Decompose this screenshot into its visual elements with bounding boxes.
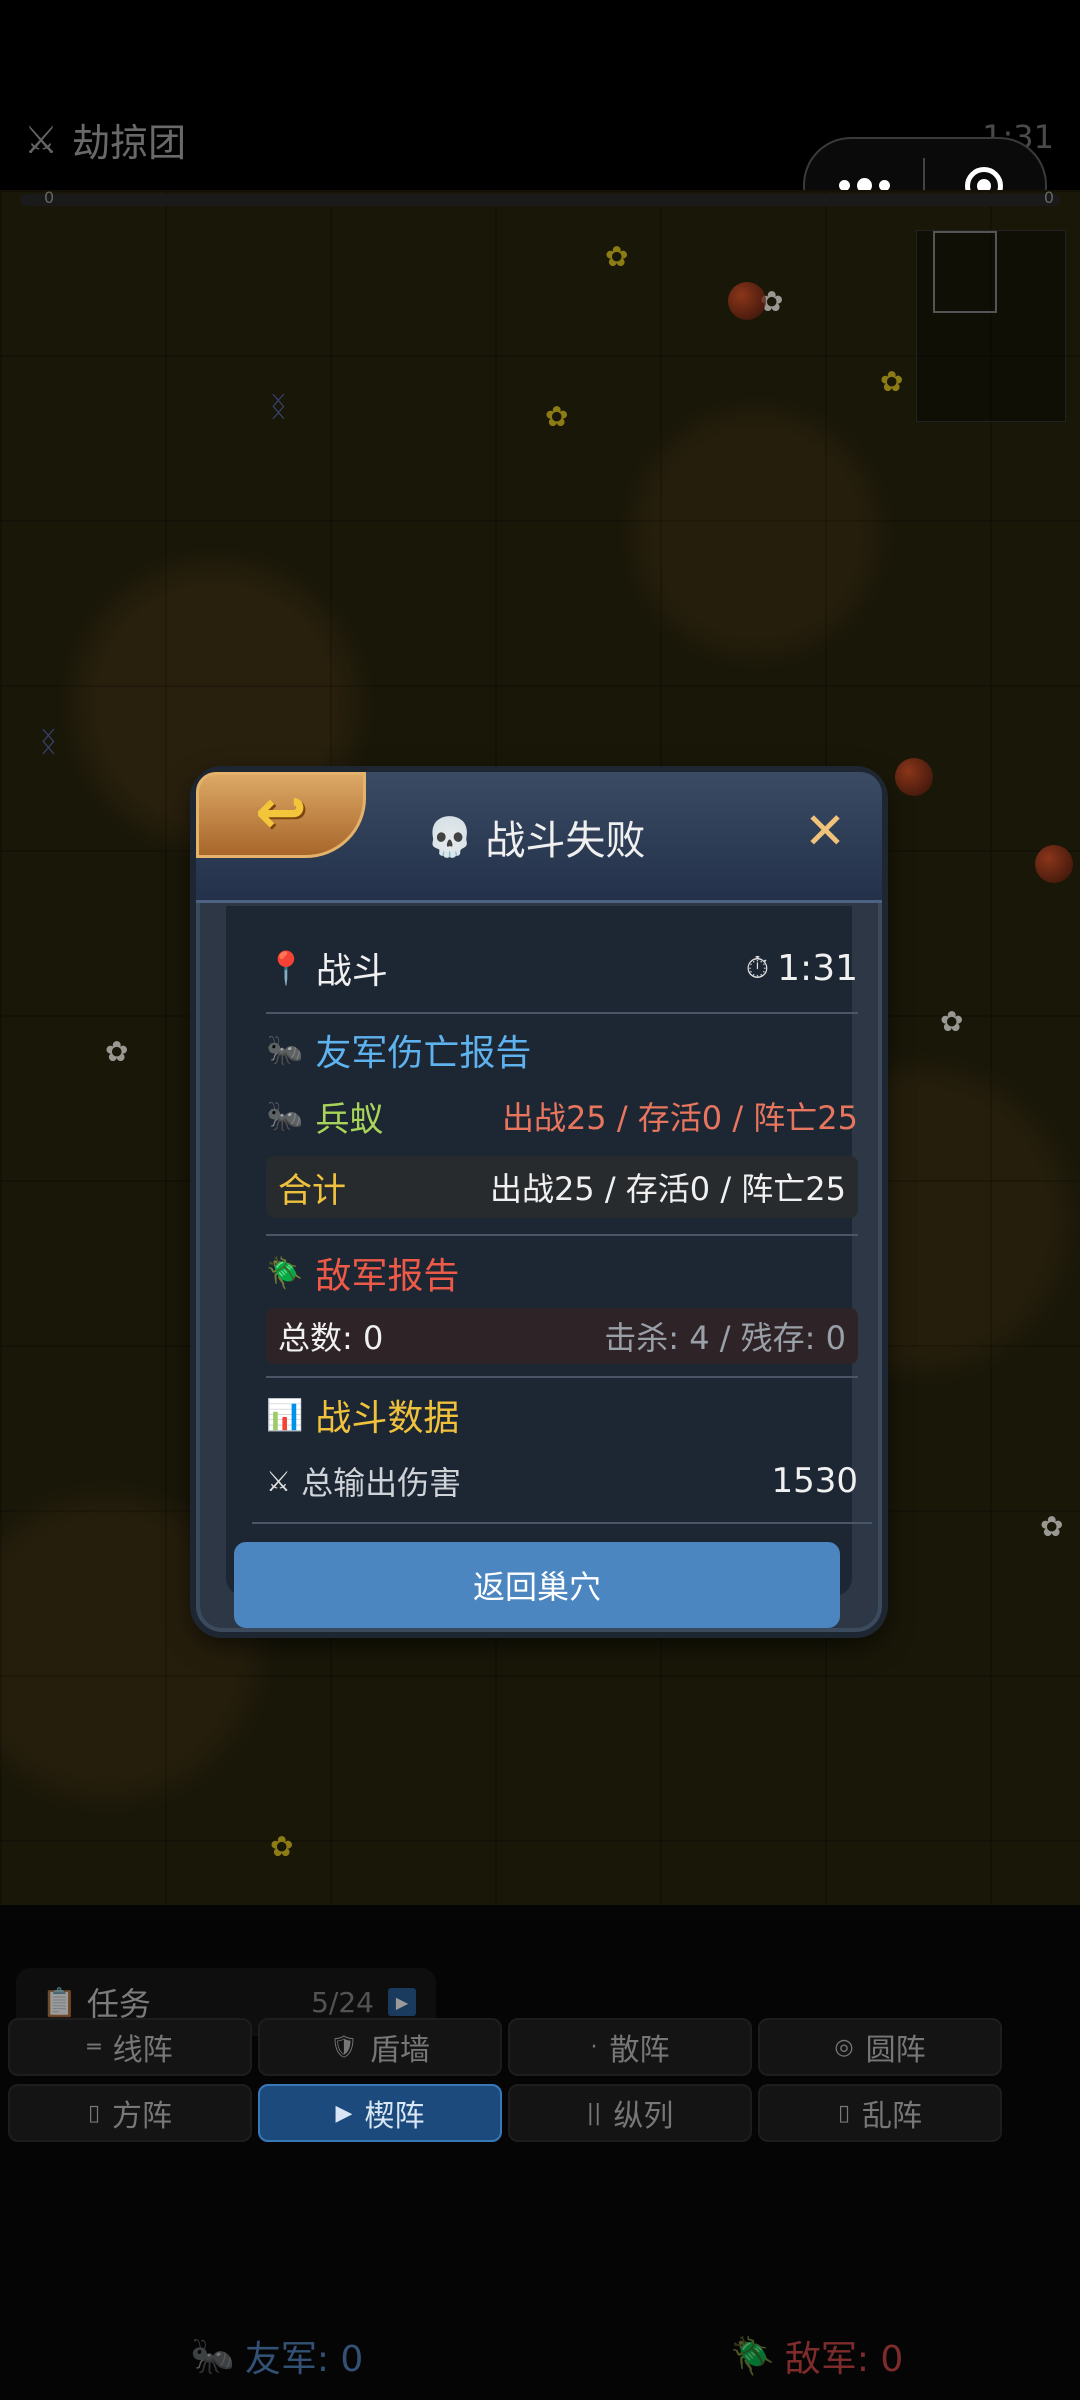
enemy-unit [895,758,933,796]
game-title: ⚔ 劫掠团 [24,112,186,167]
crossed-swords-icon: ⚔ [266,1464,292,1498]
formation-label: 盾墙 [369,2033,430,2068]
enemy-unit [728,282,766,320]
formation-label: 方阵 [112,2099,173,2134]
return-to-nest-button[interactable]: 返回巢穴 [234,1542,840,1628]
minimap[interactable] [916,230,1066,422]
battle-info-row: 📍 战斗 ⏱ 1:31 [266,946,858,993]
friendly-army-text: 友军: 0 [244,2339,364,2380]
beetle-icon: 🪲 [266,1255,304,1291]
circle-icon: ◎ [834,2034,854,2060]
formation-scatter-button[interactable]: · 散阵 [508,2018,752,2076]
dialog-title-group: 💀 战斗失败 [426,808,645,866]
enemy-army-text: 敌军: 0 [784,2339,904,2380]
enemy-kill-stats: 击杀: 4 / 残存: 0 [604,1319,846,1357]
unit-row: 🐜 兵蚁 出战25 / 存活0 / 阵亡25 [266,1092,858,1140]
bar-chart-icon: 📊 [266,1397,304,1433]
flower-icon: ✿ [880,365,904,398]
formation-wedge-button[interactable]: ▶ 楔阵 [258,2084,502,2142]
minimap-viewport [933,231,997,313]
shield-icon: 🛡 [330,2034,358,2060]
close-icon[interactable]: ✕ [804,802,846,860]
damage-value: 1530 [771,1461,858,1501]
butterfly-icon: ᛝ [270,390,287,423]
friendly-army-count: 🐜 友军: 0 [190,2330,363,2382]
enemy-report-header: 🪲 敌军报告 [266,1248,858,1298]
formation-label: 纵列 [613,2099,674,2134]
flower-icon: ✿ [940,1005,964,1038]
column-icon: || [586,2100,602,2126]
battle-result-dialog: ↩ 💀 战斗失败 ✕ 📍 战斗 ⏱ 1:31 🐜 友军伤亡报告 🐜 兵蚁 出战2… [196,772,882,1632]
back-button[interactable]: ↩ [196,772,366,858]
line-icon: ═ [87,2034,101,2060]
beetle-icon: 🪲 [730,2336,775,2377]
unit-stats: 出战25 / 存活0 / 阵亡25 [501,1099,858,1137]
battle-data-header: 📊 战斗数据 [266,1390,858,1440]
enemy-unit [1035,845,1073,883]
ant-icon: 🐜 [266,1032,304,1068]
total-label: 合计 [278,1170,346,1211]
friendly-report-title: 友军伤亡报告 [315,1033,532,1074]
damage-label: 总输出伤害 [301,1464,462,1502]
friendly-report-header: 🐜 友军伤亡报告 [266,1026,858,1075]
game-title-text: 劫掠团 [72,121,187,165]
formation-shieldwall-button[interactable]: 🛡 盾墙 [258,2018,502,2076]
progress-right-value: 0 [1043,188,1054,207]
battle-label: 战斗 [315,951,388,992]
clipboard-icon: 📋 [42,1985,77,2019]
divider [266,1012,858,1014]
flower-icon: ✿ [1040,1510,1064,1543]
damage-row: ⚔ 总输出伤害 1530 [266,1456,858,1506]
skull-icon: 💀 [426,814,474,859]
dialog-body: 📍 战斗 ⏱ 1:31 🐜 友军伤亡报告 🐜 兵蚁 出战25 / 存活0 / 阵… [226,906,872,1628]
formation-line-button[interactable]: ═ 线阵 [8,2018,252,2076]
enemy-army-count: 🪲 敌军: 0 [730,2330,903,2382]
ant-icon: 🐜 [190,2336,235,2377]
divider [266,1234,858,1236]
play-icon[interactable]: ▶ [388,1988,416,2016]
enemy-report-title: 敌军报告 [315,1256,460,1297]
divider [252,1522,872,1524]
unit-name: 兵蚁 [315,1099,384,1140]
progress-left-value: 0 [44,188,55,207]
battle-time: 1:31 [777,947,858,989]
enemy-stats-row: 总数: 0 击杀: 4 / 残存: 0 [266,1308,858,1364]
wedge-icon: ▶ [335,2100,353,2126]
stopwatch-icon: ⏱ [745,950,770,986]
location-pin-icon: 📍 [266,949,306,987]
total-row: 合计 出战25 / 存活0 / 阵亡25 [266,1156,858,1218]
flower-icon: ✿ [270,1830,294,1863]
formation-label: 楔阵 [364,2099,425,2134]
return-arrow-icon: ↩ [255,774,307,848]
formation-square-button[interactable]: ▯ 方阵 [8,2084,252,2142]
battle-data-title: 战斗数据 [315,1398,460,1439]
flower-icon: ✿ [545,400,569,433]
flower-icon: ✿ [105,1035,129,1068]
enemy-total: 总数: 0 [278,1319,384,1357]
crossed-swords-icon: ⚔ [24,117,59,162]
ant-icon: 🐜 [266,1098,304,1134]
formation-label: 乱阵 [862,2099,923,2134]
top-bar: ⚔ 劫掠团 1:31 [0,0,1080,235]
army-counter: 🐜 友军: 0 🪲 敌军: 0 [0,2330,1080,2380]
chaos-icon: ▯ [837,2100,851,2126]
formation-label: 线阵 [112,2033,173,2068]
battle-progress-bar [20,194,1060,206]
dot-icon: · [590,2034,598,2060]
divider [266,1376,858,1378]
total-stats: 出战25 / 存活0 / 阵亡25 [489,1170,846,1208]
formation-chaos-button[interactable]: ▯ 乱阵 [758,2084,1002,2142]
dialog-header: ↩ 💀 战斗失败 ✕ [196,772,882,903]
dialog-title: 战斗失败 [485,818,646,864]
formation-column-button[interactable]: || 纵列 [508,2084,752,2142]
formation-label: 圆阵 [865,2033,926,2068]
formation-circle-button[interactable]: ◎ 圆阵 [758,2018,1002,2076]
butterfly-icon: ᛝ [40,725,57,758]
formation-label: 散阵 [609,2033,670,2068]
square-icon: ▯ [87,2100,101,2126]
task-count: 5/24 [311,1985,374,2019]
flower-icon: ✿ [605,240,629,273]
